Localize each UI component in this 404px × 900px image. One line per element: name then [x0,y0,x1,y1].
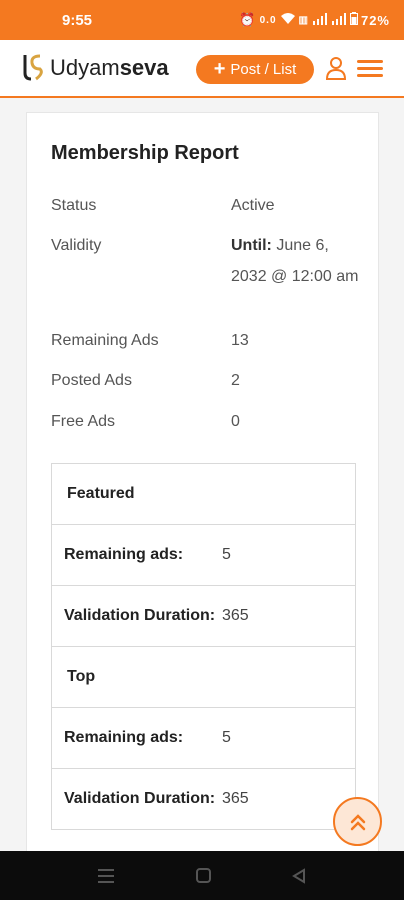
system-nav-bar [0,851,404,900]
battery-percent: 72% [360,12,390,28]
back-icon[interactable] [292,868,306,884]
status-icons: ⏰ 0.0 ▥ 72% [239,12,390,28]
ad-types-table: Featured Remaining ads: 5 Validation Dur… [51,463,356,830]
user-icon[interactable] [325,56,347,80]
alarm-icon: ⏰ [239,12,257,27]
validation-duration-value: 365 [222,790,249,807]
plus-icon: + [213,57,226,80]
posted-ads-label: Posted Ads [51,372,132,389]
signal-icon [312,12,328,28]
hamburger-menu-icon[interactable] [357,60,383,78]
remaining-ads-value: 13 [231,332,249,349]
validation-duration-label: Validation Duration: [64,607,216,624]
remaining-ads-label: Remaining ads: [64,546,184,563]
remaining-ads-value: 5 [222,546,231,563]
scroll-to-top-button[interactable] [333,797,382,846]
table-row: Remaining ads: 5 [52,708,355,769]
status-value: Active [231,197,275,214]
battery-icon [349,12,358,28]
udyamseva-logo-icon[interactable] [22,53,46,81]
validation-duration-label: Validation Duration: [64,790,216,807]
page-title: Membership Report [51,142,239,164]
free-ads-value: 0 [231,413,240,430]
post-list-button[interactable]: + Post / List [196,55,314,84]
remaining-ads-label: Remaining Ads [51,332,159,349]
data-icon: 0.0 [259,14,277,26]
ad-type-heading: Top [67,668,96,685]
membership-report-card: Membership Report Status Active Validity… [26,112,379,872]
signal-icon [331,12,347,28]
posted-ads-value: 2 [231,372,240,389]
validity-label: Validity [51,237,102,254]
home-icon[interactable] [196,868,211,883]
double-chevron-up-icon [350,813,365,830]
brand-name[interactable]: Udyamseva [50,55,198,81]
remaining-ads-value: 5 [222,729,231,746]
table-row: Featured [52,464,355,525]
table-row: Remaining ads: 5 [52,525,355,586]
validity-value: Until: June 6, 2032 @ 12:00 am [231,237,359,285]
free-ads-label: Free Ads [51,413,116,430]
remaining-ads-label: Remaining ads: [64,729,184,746]
table-row: Top [52,647,355,708]
validation-duration-value: 365 [222,607,249,624]
volte-icon: ▥ [298,14,309,26]
post-list-label: Post / List [230,61,297,78]
table-row: Validation Duration: 365 [52,769,355,829]
table-row: Validation Duration: 365 [52,586,355,647]
status-label: Status [51,197,97,214]
wifi-icon [280,12,296,28]
app-header: Udyamseva + Post / List [0,40,404,98]
status-bar: 9:55 ⏰ 0.0 ▥ 72% [0,0,404,40]
ad-type-heading: Featured [67,485,135,502]
recent-apps-icon[interactable] [98,869,114,883]
status-time: 9:55 [62,12,93,29]
